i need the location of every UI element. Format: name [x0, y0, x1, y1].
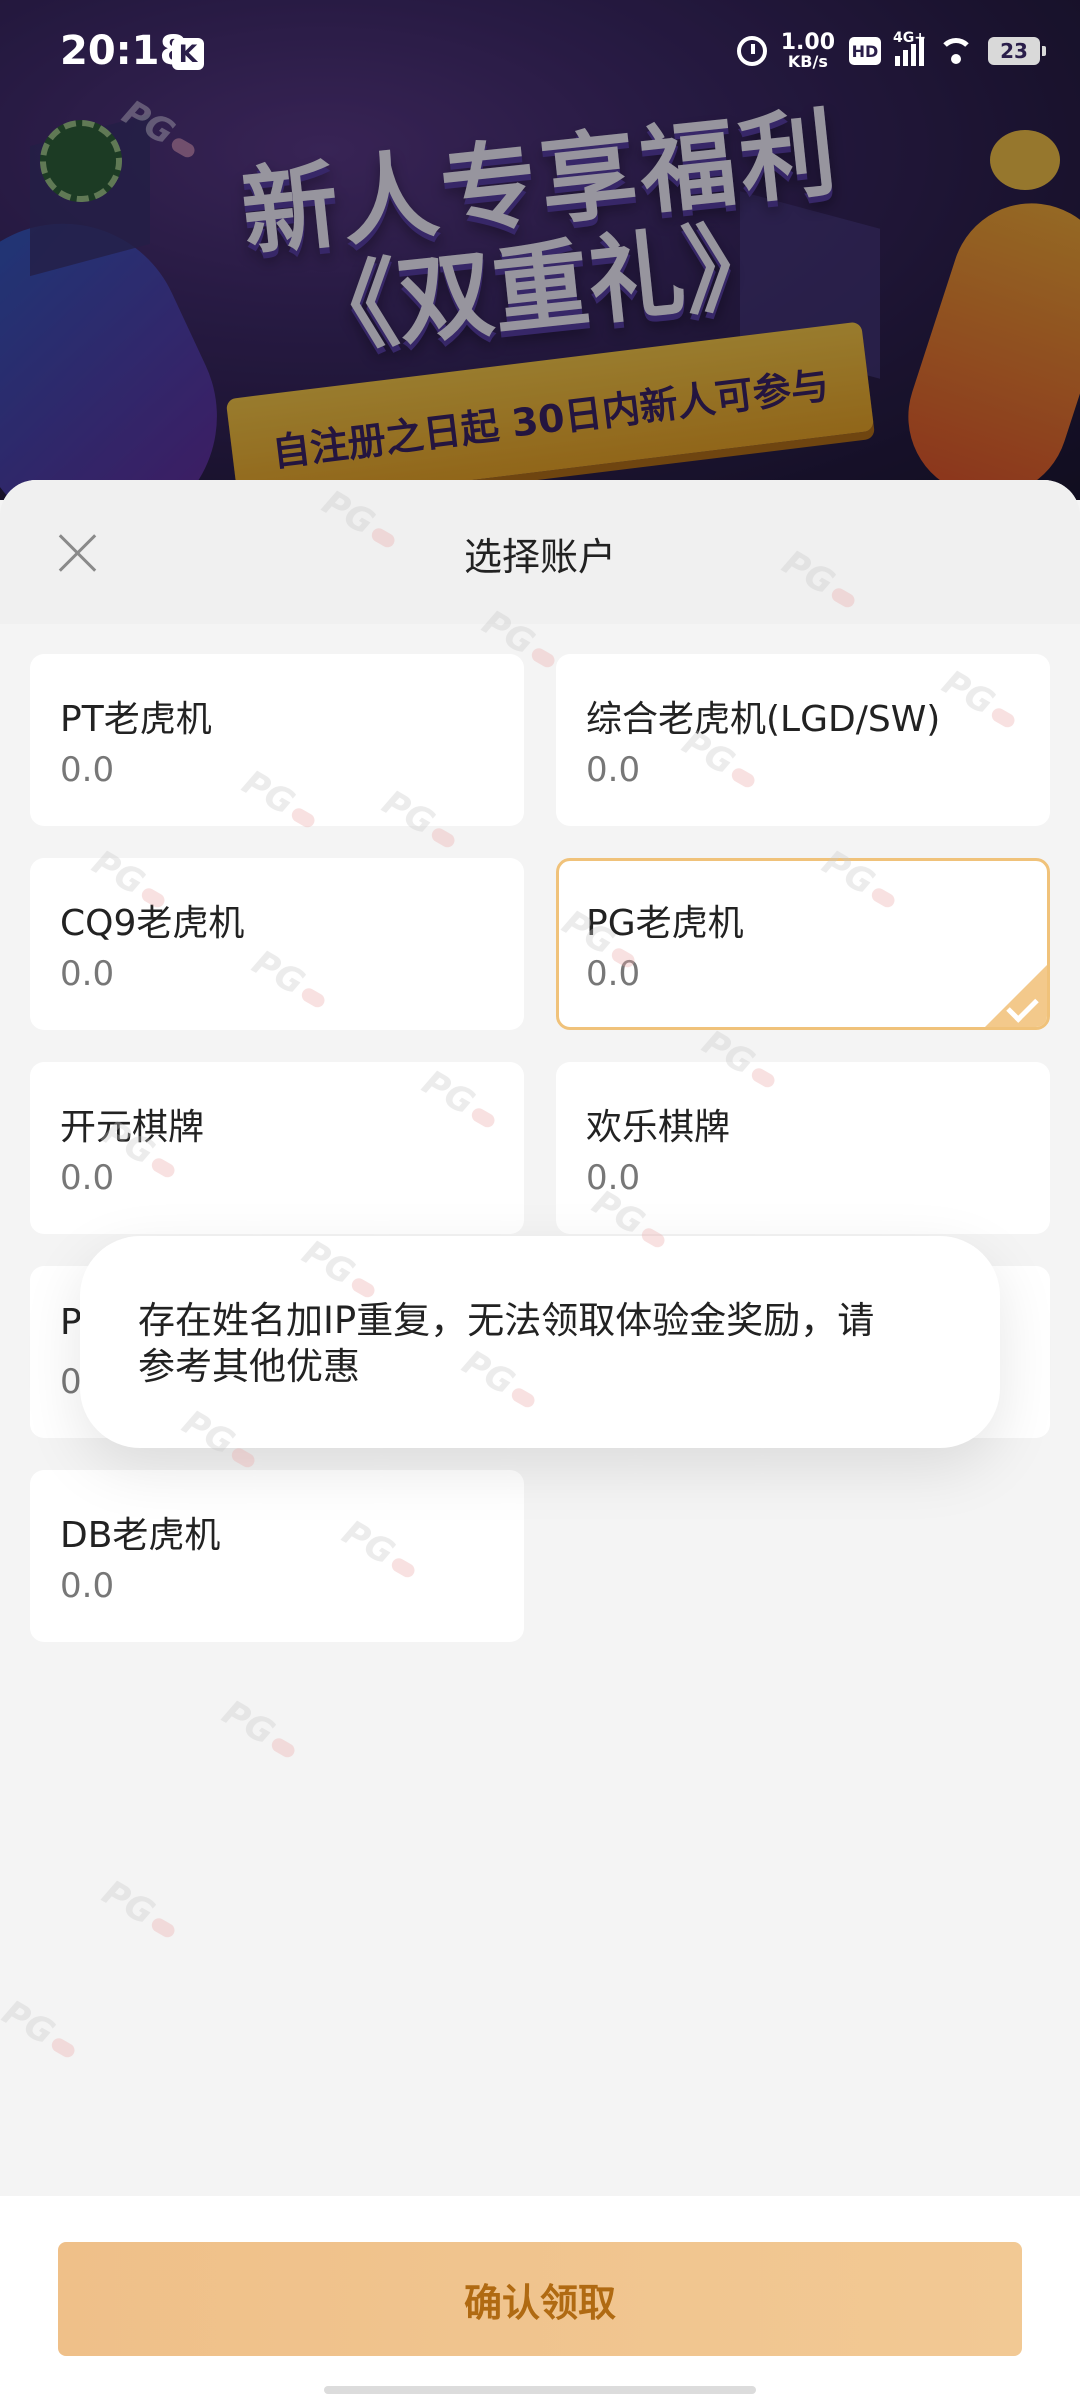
- account-card-cq9[interactable]: CQ9老虎机 0.0: [30, 858, 524, 1030]
- account-card-pt[interactable]: PT老虎机 0.0: [30, 654, 524, 826]
- home-indicator[interactable]: [324, 2386, 756, 2394]
- network-speed-value: 1.00: [780, 30, 835, 55]
- sheet-header: 选择账户: [0, 480, 1080, 624]
- account-card-db[interactable]: DB老虎机 0.0: [30, 1470, 524, 1642]
- account-name: P: [60, 1302, 82, 1343]
- account-card-kaiyuan[interactable]: 开元棋牌 0.0: [30, 1062, 524, 1234]
- signal-label: 4G+: [893, 30, 926, 46]
- network-speed: 1.00 KB/s: [781, 32, 835, 70]
- confirm-claim-button[interactable]: 确认领取: [58, 2242, 1022, 2356]
- account-balance: 0: [60, 1362, 82, 1402]
- account-card-huanle[interactable]: 欢乐棋牌 0.0: [556, 1062, 1050, 1234]
- cellular-signal-icon: 4G+: [893, 30, 926, 66]
- wifi-icon: [938, 36, 974, 66]
- toast-message: 存在姓名加IP重复，无法领取体验金奖励，请 参考其他优惠: [80, 1236, 1000, 1448]
- network-speed-unit: KB/s: [787, 52, 828, 71]
- toast-line-1: 存在姓名加IP重复，无法领取体验金奖励，请: [138, 1299, 875, 1342]
- account-balance: 0.0: [586, 954, 641, 994]
- hd-icon: HD: [849, 37, 881, 65]
- account-balance: 0.0: [60, 1158, 115, 1198]
- account-name: CQ9老虎机: [60, 903, 245, 944]
- battery-icon: 23: [988, 37, 1046, 65]
- k-app-icon: K: [172, 38, 204, 70]
- alarm-icon: [736, 36, 767, 66]
- status-icons: 1.00 KB/s HD 4G+ 23: [736, 30, 1046, 70]
- account-name: PT老虎机: [60, 699, 212, 740]
- account-balance: 0.0: [60, 954, 115, 994]
- account-balance: 0.0: [60, 750, 115, 790]
- account-name: DB老虎机: [60, 1515, 221, 1556]
- account-balance: 0.0: [586, 750, 641, 790]
- toast-line-2: 参考其他优惠: [138, 1345, 360, 1388]
- account-card-pg[interactable]: PG老虎机 0.0: [556, 858, 1050, 1030]
- status-bar: 20:18 K 1.00 KB/s HD 4G+ 23: [0, 0, 1080, 110]
- account-name: 开元棋牌: [60, 1107, 205, 1148]
- account-balance: 0.0: [60, 1566, 115, 1606]
- account-name: PG老虎机: [586, 903, 744, 944]
- bottom-action-bar: 确认领取: [0, 2196, 1080, 2400]
- status-time: 20:18: [60, 28, 188, 74]
- account-balance: 0.0: [586, 1158, 641, 1198]
- sheet-title: 选择账户: [463, 535, 616, 579]
- account-card-lgd-sw[interactable]: 综合老虎机(LGD/SW) 0.0: [556, 654, 1050, 826]
- account-name: 综合老虎机(LGD/SW): [586, 699, 941, 740]
- account-name: 欢乐棋牌: [586, 1107, 731, 1148]
